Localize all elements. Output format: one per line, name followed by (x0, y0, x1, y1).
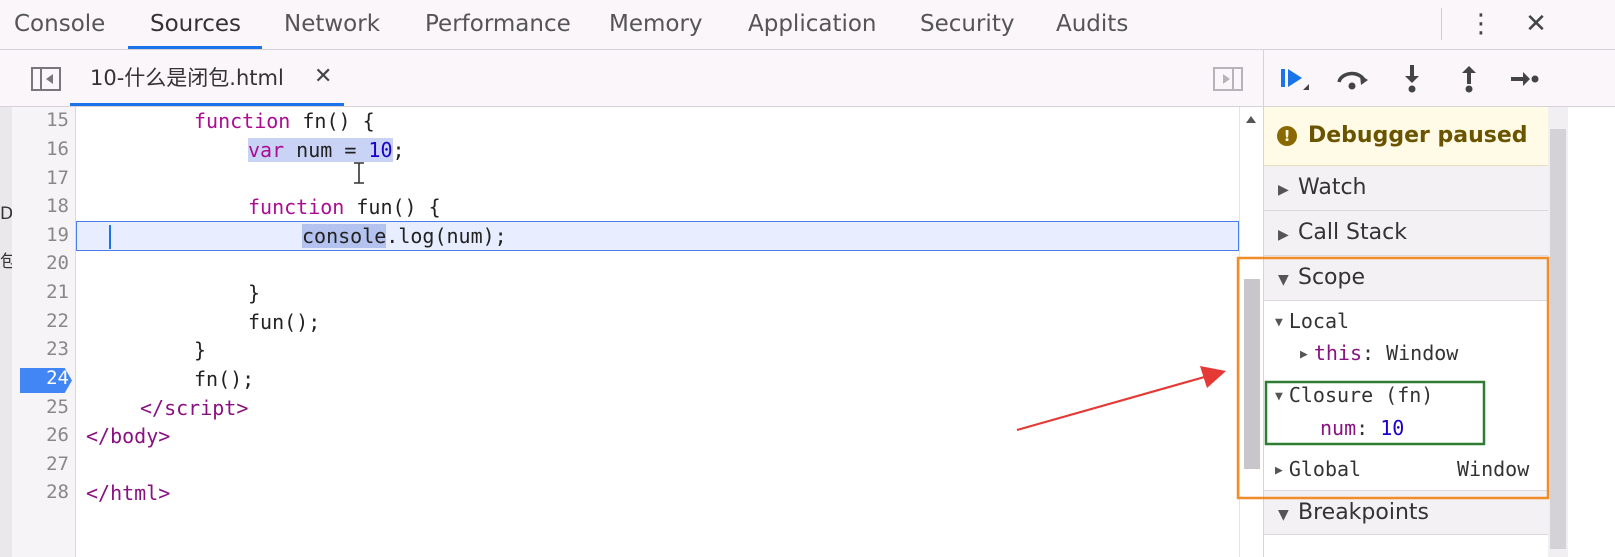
code-line-28: </html> (86, 481, 171, 505)
line-number[interactable]: 21 (12, 281, 69, 303)
tab-audits[interactable]: Audits (1056, 0, 1128, 50)
scope-closure[interactable]: ▼ Closure (fn) (1275, 383, 1433, 407)
line-number[interactable]: 23 (12, 338, 69, 360)
collapse-arrow-icon: ▼ (1278, 272, 1289, 288)
call-stack-section-header[interactable]: ▶ Call Stack (1264, 211, 1548, 256)
collapse-arrow-icon: ▼ (1278, 507, 1289, 523)
resume-icon[interactable] (1277, 62, 1313, 96)
code-editor[interactable]: D 包 15 16 17 18 19 20 21 22 23 24 25 26 … (0, 107, 1262, 557)
tab-performance[interactable]: Performance (425, 0, 571, 50)
step-out-icon[interactable] (1451, 62, 1487, 96)
scope-label: Scope (1298, 265, 1366, 290)
file-tab[interactable]: 10-什么是闭包.html ✕ (70, 50, 344, 107)
closure-label: Closure (fn) (1288, 383, 1434, 407)
scope-section-header[interactable]: ▼ Scope (1264, 256, 1548, 301)
source-code[interactable]: function fn() { var num = 10; function f… (76, 107, 1238, 557)
text-cursor-icon (354, 162, 364, 184)
breakpoints-section-header[interactable]: ▼ Breakpoints (1264, 490, 1548, 535)
collapse-arrow-icon: ▼ (1275, 315, 1283, 330)
line-number[interactable]: 28 (12, 481, 69, 503)
navigator-fragment: D (0, 204, 12, 224)
line-number[interactable]: 27 (12, 453, 69, 475)
close-devtools-icon[interactable]: ✕ (1521, 0, 1551, 50)
this-key: this (1313, 341, 1362, 365)
line-number[interactable]: 17 (12, 167, 69, 189)
watch-section-header[interactable]: ▶ Watch (1264, 166, 1548, 211)
scope-global[interactable]: ▶ Global (1275, 457, 1361, 481)
code-line-22: fun(); (248, 310, 321, 334)
breakpoint-line-number[interactable]: 24 (20, 367, 69, 389)
code-line-15: function fn() { (194, 109, 375, 133)
tab-sources[interactable]: Sources (150, 0, 241, 50)
line-number[interactable]: 22 (12, 310, 69, 332)
watch-label: Watch (1298, 175, 1367, 200)
call-stack-label: Call Stack (1298, 220, 1407, 245)
local-label: Local (1288, 309, 1350, 333)
scrollbar-thumb[interactable] (1244, 279, 1260, 469)
debugger-paused-banner: ! Debugger paused (1264, 107, 1548, 166)
tab-application[interactable]: Application (748, 0, 877, 50)
step-into-icon[interactable] (1394, 62, 1430, 96)
tab-security[interactable]: Security (920, 0, 1014, 50)
line-number-gutter[interactable]: 15 16 17 18 19 20 21 22 23 24 25 26 27 2… (12, 107, 76, 557)
active-tab-indicator (128, 46, 262, 49)
editor-tab-bar: 10-什么是闭包.html ✕ (0, 50, 1263, 107)
file-navigator-collapsed: D 包 (0, 107, 12, 557)
scroll-up-icon[interactable] (1246, 116, 1256, 123)
tab-network[interactable]: Network (284, 0, 380, 50)
code-line-24: fn(); (194, 367, 255, 391)
close-file-icon[interactable]: ✕ (314, 50, 332, 104)
line-number[interactable]: 15 (12, 109, 69, 131)
breakpoints-label: Breakpoints (1298, 500, 1429, 525)
line-number[interactable]: 18 (12, 195, 69, 217)
info-icon: ! (1277, 126, 1297, 146)
scope-this[interactable]: ▶ this: Window (1300, 341, 1458, 365)
expand-arrow-icon: ▶ (1275, 463, 1283, 478)
expand-arrow-icon: ▶ (1300, 347, 1308, 362)
line-number[interactable]: 16 (12, 138, 69, 160)
code-line-21: } (248, 281, 261, 305)
line-number[interactable]: 26 (12, 424, 69, 446)
line-number[interactable]: 25 (12, 396, 69, 418)
toggle-navigator-icon[interactable] (31, 67, 61, 91)
step-over-icon[interactable] (1334, 62, 1370, 96)
code-line-26: </body> (86, 424, 171, 448)
scope-local[interactable]: ▼ Local (1275, 309, 1349, 333)
debugger-toolbar (1263, 50, 1615, 107)
toolbar-divider (1441, 8, 1442, 40)
collapse-arrow-icon: ▼ (1275, 389, 1283, 404)
code-line-19: console.log(num); (302, 224, 507, 248)
code-line-18: function fun() { (248, 195, 441, 219)
line-number[interactable]: 20 (12, 252, 69, 274)
line-number[interactable]: 19 (12, 224, 69, 246)
sidebar-scrollbar-thumb[interactable] (1550, 129, 1566, 549)
active-file-indicator (70, 103, 344, 106)
code-line-16: var num = 10; (248, 138, 405, 162)
global-label: Global (1288, 457, 1362, 481)
global-value: Window (1457, 457, 1530, 481)
sidebar-edge (1568, 107, 1615, 557)
paused-label: Debugger paused (1308, 123, 1528, 148)
devtools-tab-bar: Console Sources Network Performance Memo… (0, 0, 1615, 50)
tab-memory[interactable]: Memory (609, 0, 703, 50)
file-tab-label: 10-什么是闭包.html (90, 66, 284, 90)
num-key: num (1320, 416, 1357, 440)
debugger-sidebar: ! Debugger paused ▶ Watch ▶ Call Stack ▼… (1263, 107, 1615, 557)
code-line-25: </script> (140, 396, 249, 420)
this-value: Window (1386, 341, 1459, 365)
step-icon[interactable] (1506, 62, 1542, 96)
editor-scrollbar[interactable] (1239, 107, 1262, 557)
tab-console[interactable]: Console (14, 0, 105, 50)
scope-num[interactable]: num: 10 (1320, 416, 1404, 440)
more-options-icon[interactable]: ⋮ (1466, 0, 1496, 50)
navigator-fragment: 包 (0, 252, 12, 272)
expand-arrow-icon: ▶ (1278, 182, 1289, 198)
code-line-23: } (194, 338, 207, 362)
sidebar-scrollbar[interactable] (1548, 107, 1568, 557)
num-value: 10 (1380, 416, 1405, 440)
expand-arrow-icon: ▶ (1278, 227, 1289, 243)
toggle-debugger-icon[interactable] (1213, 67, 1243, 91)
